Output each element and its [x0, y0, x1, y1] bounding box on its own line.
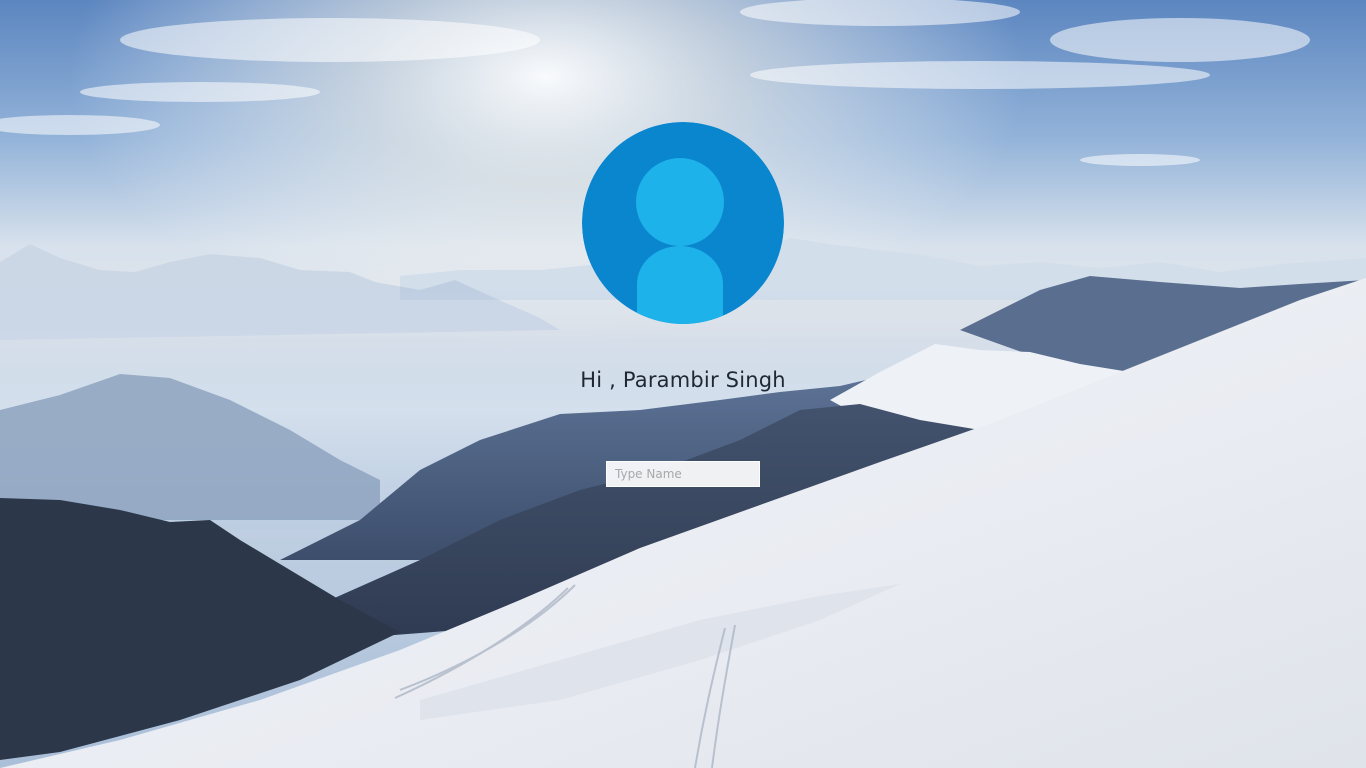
name-input[interactable] [606, 461, 760, 487]
greeting-text: Hi , Parambir Singh [580, 368, 786, 392]
user-avatar [582, 122, 784, 324]
lock-screen: Hi , Parambir Singh [0, 0, 1366, 768]
user-silhouette-icon [582, 122, 784, 324]
